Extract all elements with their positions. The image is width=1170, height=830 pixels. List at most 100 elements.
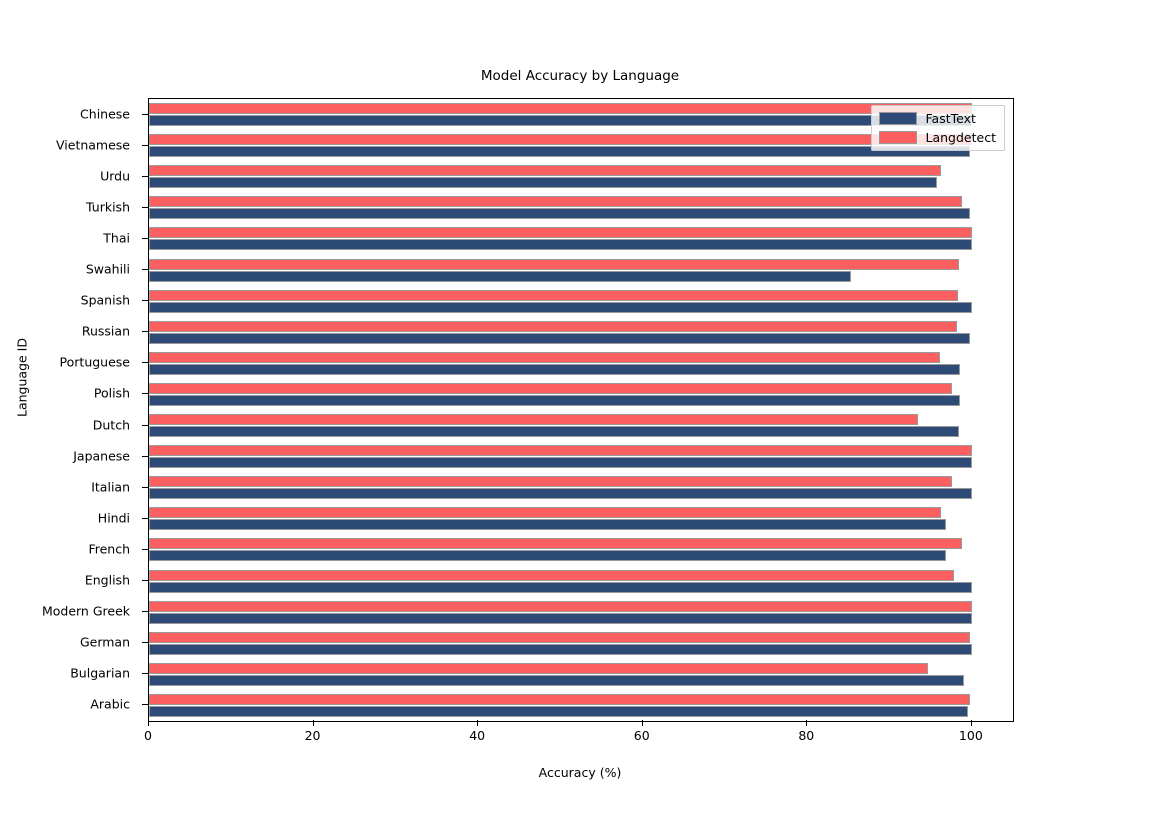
- bar-fasttext: [149, 550, 946, 561]
- bar-group: [149, 534, 1013, 565]
- x-axis-tick-labels: 0 20 40 60 80 100: [0, 720, 1170, 760]
- bar-fasttext: [149, 675, 964, 686]
- y-axis-tick-label: Russian: [82, 324, 130, 339]
- bar-group: [149, 503, 1013, 534]
- bar-group: [149, 566, 1013, 597]
- bar-langdetect: [149, 259, 959, 270]
- bar-langdetect: [149, 165, 941, 176]
- y-axis-tick-label: Portuguese: [60, 355, 130, 370]
- bar-langdetect: [149, 507, 941, 518]
- bar-group: [149, 597, 1013, 628]
- x-axis-tick-label: 20: [305, 728, 321, 743]
- bar-group: [149, 286, 1013, 317]
- bar-fasttext: [149, 613, 972, 624]
- bar-langdetect: [149, 570, 954, 581]
- x-axis-tick-label: 100: [959, 728, 983, 743]
- chart-legend: FastText Langdetect: [871, 105, 1005, 151]
- bar-group: [149, 690, 1013, 721]
- x-axis-tick-label: 80: [798, 728, 814, 743]
- x-axis-tick-label: 0: [144, 728, 152, 743]
- x-axis-tick-mark: [313, 720, 314, 726]
- y-axis-tick-label: French: [88, 541, 130, 556]
- bar-langdetect: [149, 134, 972, 145]
- y-axis-tick-label: Chinese: [80, 106, 130, 121]
- bar-group: [149, 223, 1013, 254]
- bar-group: [149, 472, 1013, 503]
- y-axis-tick-label: Italian: [91, 479, 130, 494]
- bar-langdetect: [149, 383, 952, 394]
- y-axis-tick-label: German: [80, 635, 130, 650]
- bar-langdetect: [149, 196, 962, 207]
- bar-group: [149, 161, 1013, 192]
- x-axis-tick-mark: [642, 720, 643, 726]
- bar-fasttext: [149, 333, 970, 344]
- bar-fasttext: [149, 706, 968, 717]
- bar-group: [149, 348, 1013, 379]
- bar-group: [149, 379, 1013, 410]
- y-axis-tick-label: Urdu: [100, 168, 130, 183]
- bar-fasttext: [149, 364, 960, 375]
- y-axis-tick-labels: Arabic Bulgarian German Modern Greek English…: [0, 98, 140, 720]
- bar-langdetect: [149, 290, 958, 301]
- legend-label: Langdetect: [926, 130, 996, 145]
- legend-color-swatch: [879, 112, 917, 125]
- x-axis-tick-mark: [477, 720, 478, 726]
- x-axis-tick-mark: [148, 720, 149, 726]
- bar-fasttext: [149, 208, 970, 219]
- bar-langdetect: [149, 352, 940, 363]
- y-axis-tick-label: Bulgarian: [70, 666, 130, 681]
- y-axis-tick-label: Modern Greek: [42, 604, 130, 619]
- bar-langdetect: [149, 103, 972, 114]
- legend-label: FastText: [926, 111, 976, 126]
- page-title: Model Accuracy by Language: [148, 68, 1012, 84]
- bar-langdetect: [149, 445, 972, 456]
- y-axis-tick-label: Hindi: [98, 510, 130, 525]
- bar-langdetect: [149, 632, 970, 643]
- bar-fasttext: [149, 582, 972, 593]
- bar-langdetect: [149, 321, 957, 332]
- x-axis-tick-mark: [971, 720, 972, 726]
- bar-fasttext: [149, 395, 960, 406]
- bar-group: [149, 192, 1013, 223]
- bar-fasttext: [149, 519, 946, 530]
- bar-fasttext: [149, 644, 972, 655]
- bar-fasttext: [149, 271, 851, 282]
- legend-item: Langdetect: [879, 130, 996, 145]
- legend-color-swatch: [879, 131, 917, 144]
- x-axis-tick-mark: [806, 720, 807, 726]
- bar-langdetect: [149, 414, 918, 425]
- bars-layer: [149, 99, 1013, 721]
- bar-group: [149, 441, 1013, 472]
- bar-fasttext: [149, 146, 970, 157]
- bar-langdetect: [149, 538, 962, 549]
- x-axis-tick-label: 40: [469, 728, 485, 743]
- y-axis-tick-label: Polish: [94, 386, 130, 401]
- bar-fasttext: [149, 302, 972, 313]
- bar-langdetect: [149, 601, 972, 612]
- bar-langdetect: [149, 227, 972, 238]
- y-axis-tick-label: Spanish: [81, 293, 130, 308]
- chart-figure: Model Accuracy by Language Language ID A…: [0, 0, 1170, 830]
- y-axis-tick-label: English: [85, 573, 130, 588]
- bar-langdetect: [149, 663, 928, 674]
- legend-item: FastText: [879, 111, 996, 126]
- bar-fasttext: [149, 457, 972, 468]
- bar-fasttext: [149, 115, 972, 126]
- bar-group: [149, 659, 1013, 690]
- y-axis-tick-label: Swahili: [86, 262, 130, 277]
- bar-langdetect: [149, 694, 970, 705]
- x-axis-title: Accuracy (%): [148, 765, 1012, 780]
- y-axis-tick-label: Thai: [103, 230, 130, 245]
- y-axis-tick-label: Arabic: [90, 697, 130, 712]
- bar-langdetect: [149, 476, 952, 487]
- bar-fasttext: [149, 239, 972, 250]
- bar-group: [149, 317, 1013, 348]
- y-axis-tick-label: Turkish: [86, 199, 130, 214]
- plot-area: FastText Langdetect: [148, 98, 1014, 722]
- bar-group: [149, 628, 1013, 659]
- x-axis-tick-label: 60: [634, 728, 650, 743]
- bar-fasttext: [149, 177, 937, 188]
- bar-group: [149, 410, 1013, 441]
- y-axis-tick-label: Vietnamese: [56, 137, 130, 152]
- y-axis-tick-label: Dutch: [93, 417, 130, 432]
